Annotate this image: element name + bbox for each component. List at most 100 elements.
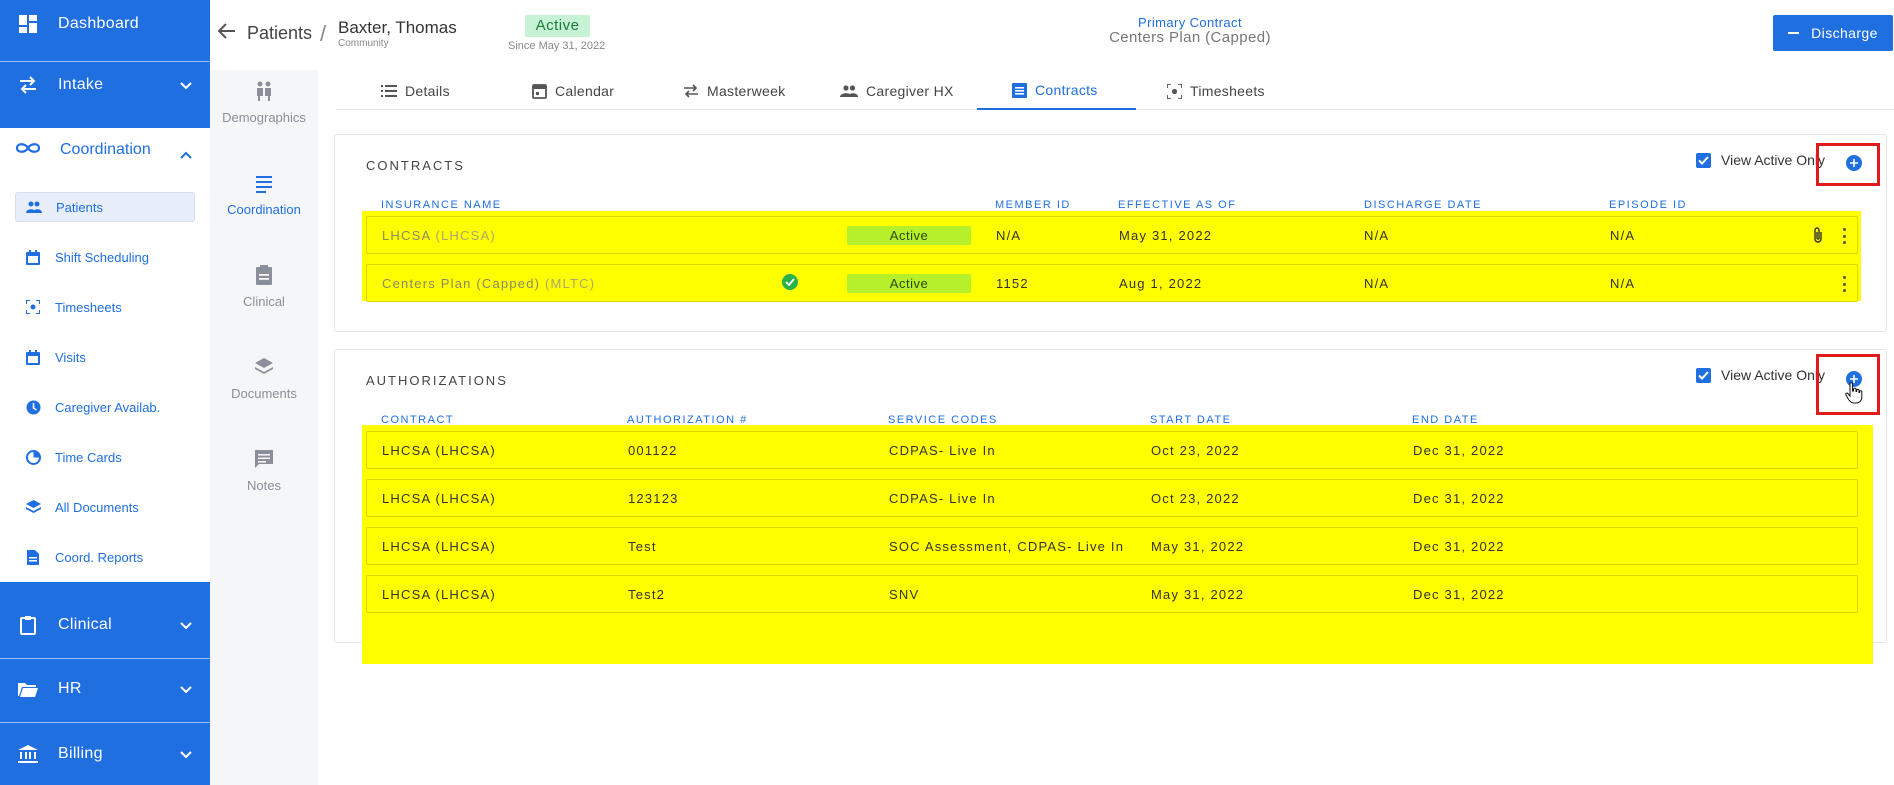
auth-number: 001122 bbox=[628, 443, 678, 458]
tab-label: Caregiver HX bbox=[866, 83, 954, 99]
nav-sub-visits[interactable]: Visits bbox=[15, 342, 195, 372]
checkbox-checked-icon[interactable] bbox=[1696, 367, 1711, 383]
list-icon bbox=[256, 176, 272, 193]
nav-sub-label: Visits bbox=[55, 349, 86, 365]
table-row[interactable]: LHCSA (LHCSA) Test SOC Assessment, CDPAS… bbox=[366, 527, 1858, 565]
discharge-date: N/A bbox=[1364, 276, 1390, 291]
add-contract-button[interactable] bbox=[1846, 155, 1862, 171]
table-row[interactable]: LHCSA (LHCSA) 001122 CDPAS- Live In Oct … bbox=[366, 431, 1858, 469]
checkbox-checked-icon[interactable] bbox=[1696, 152, 1711, 168]
timer-icon bbox=[25, 449, 41, 465]
subnav-label: Demographics bbox=[222, 110, 306, 125]
auth-start-date: May 31, 2022 bbox=[1151, 539, 1245, 554]
subnav-notes[interactable]: Notes bbox=[210, 448, 318, 493]
nav-billing[interactable]: Billing bbox=[0, 730, 210, 778]
subnav-demographics[interactable]: Demographics bbox=[210, 80, 318, 125]
divider bbox=[0, 658, 210, 659]
nav-sub-shift-scheduling[interactable]: Shift Scheduling bbox=[15, 242, 195, 272]
subnav-label: Documents bbox=[231, 386, 297, 401]
member-id: 1152 bbox=[996, 276, 1029, 291]
nav-hr[interactable]: HR bbox=[0, 665, 210, 713]
calendar-icon bbox=[25, 249, 41, 265]
layers-icon bbox=[255, 358, 273, 374]
hand-cursor-icon bbox=[1845, 382, 1863, 409]
tab-timesheets[interactable]: Timesheets bbox=[1167, 72, 1265, 110]
chevron-up-icon bbox=[180, 146, 192, 164]
nav-sub-time-cards[interactable]: Time Cards bbox=[15, 442, 195, 472]
divider bbox=[0, 722, 210, 723]
nav-sub-label: Time Cards bbox=[55, 449, 122, 465]
nav-clinical[interactable]: Clinical bbox=[0, 601, 210, 649]
people-icon bbox=[840, 85, 858, 97]
subnav-documents[interactable]: Documents bbox=[210, 356, 318, 401]
family-icon bbox=[257, 81, 271, 101]
chevron-down-icon bbox=[180, 681, 192, 699]
table-row[interactable]: LHCSA (LHCSA) Active N/A May 31, 2022 N/… bbox=[366, 216, 1858, 254]
authorizations-view-active-only[interactable]: View Active Only bbox=[1696, 367, 1825, 383]
tab-contracts[interactable]: Contracts bbox=[977, 72, 1136, 110]
discharge-date: N/A bbox=[1364, 228, 1390, 243]
effective-date: Aug 1, 2022 bbox=[1119, 276, 1203, 291]
auth-service-codes: SNV bbox=[889, 587, 920, 602]
discharge-button[interactable]: Discharge bbox=[1773, 15, 1893, 51]
tab-label: Masterweek bbox=[707, 83, 786, 99]
back-arrow-icon[interactable] bbox=[217, 23, 236, 44]
nav-sub-all-documents[interactable]: All Documents bbox=[15, 492, 195, 522]
app: Dashboard Intake Coordination Patients S… bbox=[0, 0, 1894, 785]
nav-sub-label: Coord. Reports bbox=[55, 549, 144, 565]
dashboard-icon bbox=[17, 13, 39, 35]
member-id: N/A bbox=[996, 228, 1022, 243]
chevron-down-icon bbox=[180, 77, 192, 95]
nav-dashboard[interactable]: Dashboard bbox=[0, 0, 210, 48]
subnav-label: Coordination bbox=[227, 202, 301, 217]
swap-icon bbox=[17, 74, 39, 96]
minus-icon bbox=[1788, 32, 1800, 34]
more-vert-icon[interactable] bbox=[1843, 228, 1847, 244]
tab-details[interactable]: Details bbox=[381, 72, 450, 110]
col-discharge-date: DISCHARGE DATE bbox=[1364, 199, 1482, 211]
subnav-clinical[interactable]: Clinical bbox=[210, 264, 318, 309]
authorizations-title: AUTHORIZATIONS bbox=[366, 373, 508, 388]
tab-label: Timesheets bbox=[1190, 83, 1265, 99]
auth-end-date: Dec 31, 2022 bbox=[1413, 587, 1505, 602]
table-row[interactable]: LHCSA (LHCSA) 123123 CDPAS- Live In Oct … bbox=[366, 479, 1858, 517]
primary-contract-value: Centers Plan (Capped) bbox=[1109, 29, 1271, 46]
paperclip-icon[interactable] bbox=[1813, 227, 1823, 247]
auth-contract: LHCSA (LHCSA) bbox=[382, 443, 496, 458]
col-episode-id: EPISODE ID bbox=[1609, 199, 1687, 211]
status-badge: Active bbox=[525, 15, 590, 37]
view-active-only-label: View Active Only bbox=[1721, 367, 1826, 383]
auth-end-date: Dec 31, 2022 bbox=[1413, 539, 1505, 554]
breadcrumb-patients[interactable]: Patients bbox=[247, 23, 312, 44]
breadcrumb-separator: / bbox=[320, 21, 327, 46]
auth-end-date: Dec 31, 2022 bbox=[1413, 443, 1505, 458]
contract-icon bbox=[1012, 82, 1027, 98]
scan-icon bbox=[1167, 83, 1182, 99]
more-vert-icon[interactable] bbox=[1843, 276, 1847, 292]
nav-sub-caregiver-availability[interactable]: Caregiver Availab. bbox=[15, 392, 195, 422]
tab-label: Contracts bbox=[1035, 82, 1098, 98]
coordination-submenu: Patients Shift Scheduling Timesheets Vis… bbox=[0, 172, 210, 582]
tab-caregiver-hx[interactable]: Caregiver HX bbox=[840, 72, 954, 110]
col-effective-as-of: EFFECTIVE AS OF bbox=[1118, 199, 1237, 211]
nav-sub-patients[interactable]: Patients bbox=[15, 192, 195, 222]
episode-id: N/A bbox=[1610, 276, 1636, 291]
nav-sub-label: All Documents bbox=[55, 499, 139, 515]
status-badge: Active bbox=[847, 274, 971, 293]
nav-sub-coord-reports[interactable]: Coord. Reports bbox=[15, 542, 195, 572]
nav-sub-label: Shift Scheduling bbox=[55, 249, 149, 265]
contracts-view-active-only[interactable]: View Active Only bbox=[1696, 152, 1825, 168]
nav-coordination[interactable]: Coordination bbox=[0, 128, 210, 172]
tab-calendar[interactable]: Calendar bbox=[532, 72, 614, 110]
comment-icon bbox=[255, 450, 273, 468]
nav-intake[interactable]: Intake bbox=[0, 61, 210, 109]
auth-service-codes: CDPAS- Live In bbox=[889, 443, 996, 458]
nav-sub-timesheets[interactable]: Timesheets bbox=[15, 292, 195, 322]
subnav-coordination[interactable]: Coordination bbox=[210, 172, 318, 217]
tab-masterweek[interactable]: Masterweek bbox=[683, 72, 785, 110]
status-badge: Active bbox=[847, 226, 971, 245]
tab-label: Calendar bbox=[555, 83, 615, 99]
people-icon bbox=[26, 199, 42, 215]
table-row[interactable]: Centers Plan (Capped) (MLTC) Active 1152… bbox=[366, 264, 1858, 302]
table-row[interactable]: LHCSA (LHCSA) Test2 SNV May 31, 2022 Dec… bbox=[366, 575, 1858, 613]
